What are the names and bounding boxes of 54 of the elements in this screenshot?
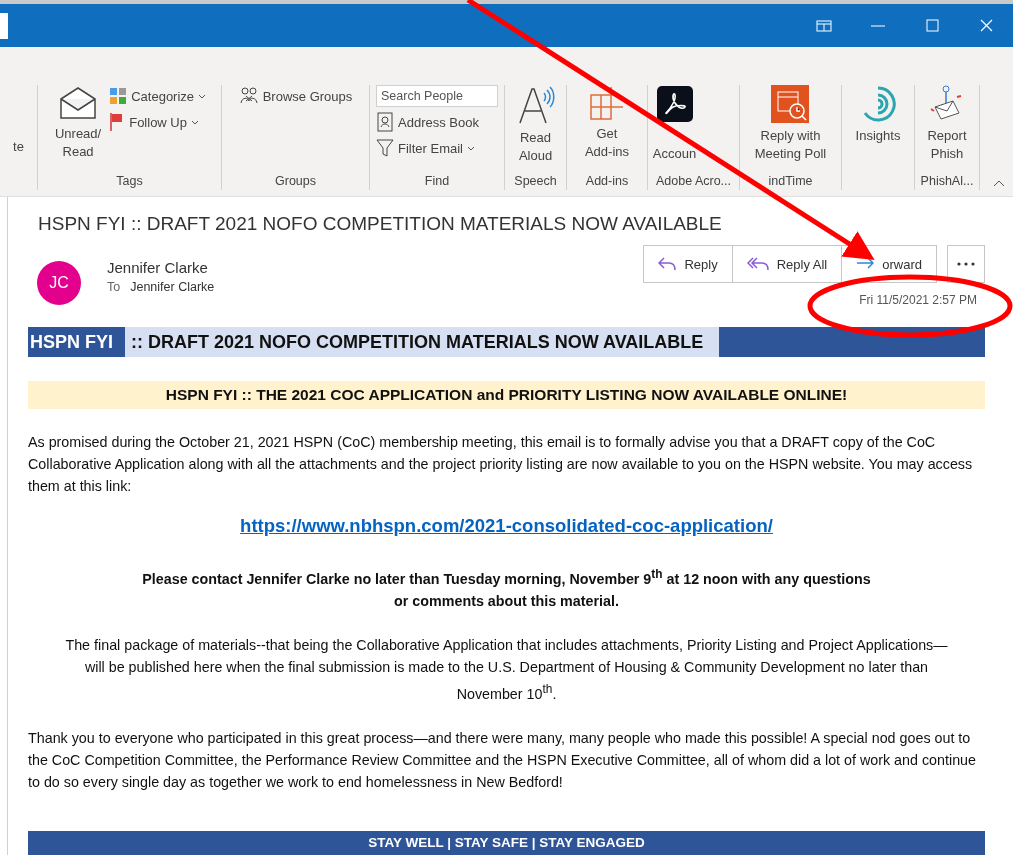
group-label: Speech [514,173,557,190]
paragraph: The final package of materials--that being the Collaborative Application that includes attachments, Priority Listing and Project Applications—will be published here when the final submission is made to the U.S. Department of Housing & Community Development no later than November 10$^{th}$. [64,635,949,704]
acrobat-icon [655,85,694,123]
ribbon-button[interactable]: Report Phish [925,85,969,163]
ribbon-button[interactable]: Unread/ Read [52,85,104,161]
ribbon-button[interactable]: Get Add-ins [582,85,632,161]
ribbon-button[interactable]: Read Aloud [513,85,558,165]
ribbon-label: te [13,139,24,154]
forward-icon [856,257,875,271]
ribbon-button[interactable]: Reply with Meeting Poll [752,85,829,163]
headline: HSPN FYI :: THE 2021 COC APPLICATION and PRIORITY LISTING NOW AVAILABLE ONLINE! [28,381,985,409]
caret-up-icon [993,179,1005,187]
maximize-icon [925,19,939,32]
group-label: indTime [768,173,813,190]
close-icon [979,19,993,32]
people-icon [238,87,259,105]
sender-avatar: JC [37,261,81,305]
ribbon-button[interactable]: Accoun [650,85,699,163]
ribbon-button[interactable]: Filter Email [376,137,475,159]
paragraph: Thank you to everyone who participated in this great process—and there were many, many people who made this possible! A special nod goes out to the CoC Competition Committee, the Performance Review Committee and the HSPN Executive Committee, all of whom did a lot of work and continue to do so every single day as together we work to end homelessness in New Bedford! [28,728,977,792]
ribbon-button[interactable]: Insights [853,85,903,145]
search-field[interactable]: Search People [376,85,498,107]
group-label: Tags [116,173,143,190]
group-label: Adobe Acro... [655,173,732,190]
reply-all-icon [746,257,769,271]
group-label: PhishAl... [920,173,974,190]
ribbon-button[interactable]: Follow Up [109,111,199,133]
categorize-icon [109,87,128,105]
reply-icon [658,257,677,271]
to-label: To [107,280,121,294]
ribbon-button[interactable]: Browse Groups [238,85,353,107]
more-icon [957,262,975,266]
more-button[interactable] [947,245,985,283]
message-date: Fri 11/5/2021 2:57 PM [859,293,977,307]
footer-banner: STAY WELL | STAY SAFE | STAY ENGAGED [28,831,985,855]
message-subject: HSPN FYI :: DRAFT 2021 NOFO COMPETITION MATERIALS NOW AVAILABLE [37,213,723,235]
ribbon-button[interactable]: Address Book [376,111,479,133]
group-label: Groups [275,173,316,190]
address-book-icon [376,112,394,132]
group-label: Find [424,173,450,190]
sender-name: Jennifer Clarke [107,259,209,276]
layout-icon [816,19,832,32]
paragraph: Please contact Jennifer Clarke no later than Tuesday morning, November 9$^{th}$ at 12 noon with any questions or comments about this material. [141,566,872,611]
filter-icon [376,139,394,157]
recipient-name: Jennifer Clarke [130,280,215,294]
ribbon-button[interactable]: Categorize [109,85,207,107]
minimize-icon [871,24,885,27]
add-ins-icon [589,85,625,121]
group-label: Add-ins [585,173,629,190]
calendar-poll-icon [771,85,810,123]
banner-title: :: DRAFT 2021 NOFO COMPETITION MATERIALS NOW AVAILABLE [125,327,720,357]
envelope-icon [58,85,99,121]
paragraph: As promised during the October 21, 2021 HSPN (CoC) membership meeting, this email is to formally advise you that a DRAFT copy of the CoC Collaborative Application along with all the attachments and the project priority listing are now available to you on the HSPN website. You may access them at this link: [28,433,974,496]
link[interactable]: https://www.nbhspn.com/2021-consolidated-coc-application/ [240,515,773,536]
